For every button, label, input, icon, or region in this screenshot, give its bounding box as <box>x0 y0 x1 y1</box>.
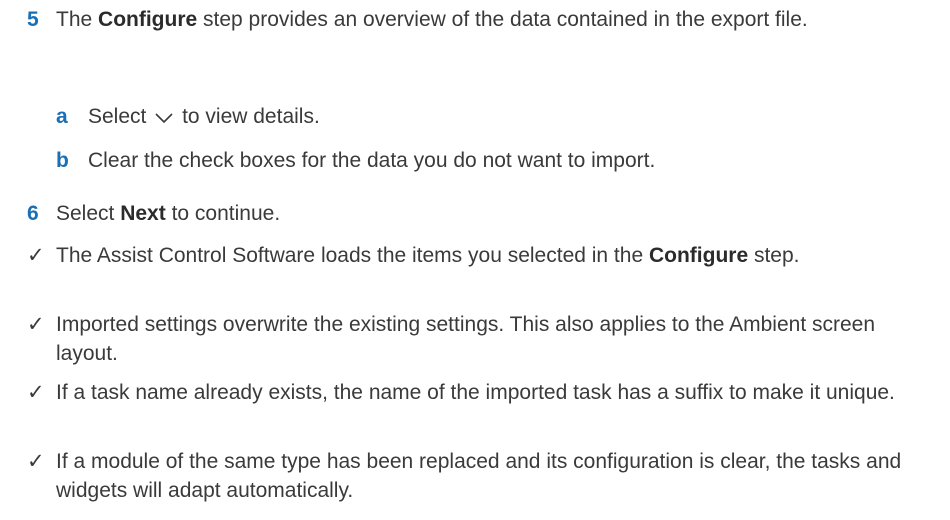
result-text: If a module of the same type has been re… <box>56 450 902 502</box>
ui-term-next: Next <box>120 202 166 225</box>
step-number: 5 <box>27 8 39 31</box>
checkmark-icon: ✓ <box>27 381 45 404</box>
substep-letter: b <box>56 149 69 172</box>
checkmark-icon: ✓ <box>27 313 45 336</box>
step-text: The Configure step provides an overview … <box>56 8 808 31</box>
instruction-document: 5 The Configure step provides an overvie… <box>0 0 950 520</box>
substep-text: Select to view details. <box>88 105 320 128</box>
step-number: 6 <box>27 202 39 225</box>
step-text: Select Next to continue. <box>56 202 281 225</box>
chevron-down-icon <box>155 113 173 124</box>
ui-term-configure: Configure <box>98 8 198 31</box>
checkmark-icon: ✓ <box>27 450 45 473</box>
result-text: If a task name already exists, the name … <box>56 381 895 404</box>
result-text: The Assist Control Software loads the it… <box>56 244 800 267</box>
checkmark-icon: ✓ <box>27 244 45 267</box>
substep-text: Clear the check boxes for the data you d… <box>88 149 656 172</box>
ui-term-configure: Configure <box>648 244 749 267</box>
result-text: Imported settings overwrite the existing… <box>56 313 876 365</box>
substep-letter: a <box>56 105 68 128</box>
